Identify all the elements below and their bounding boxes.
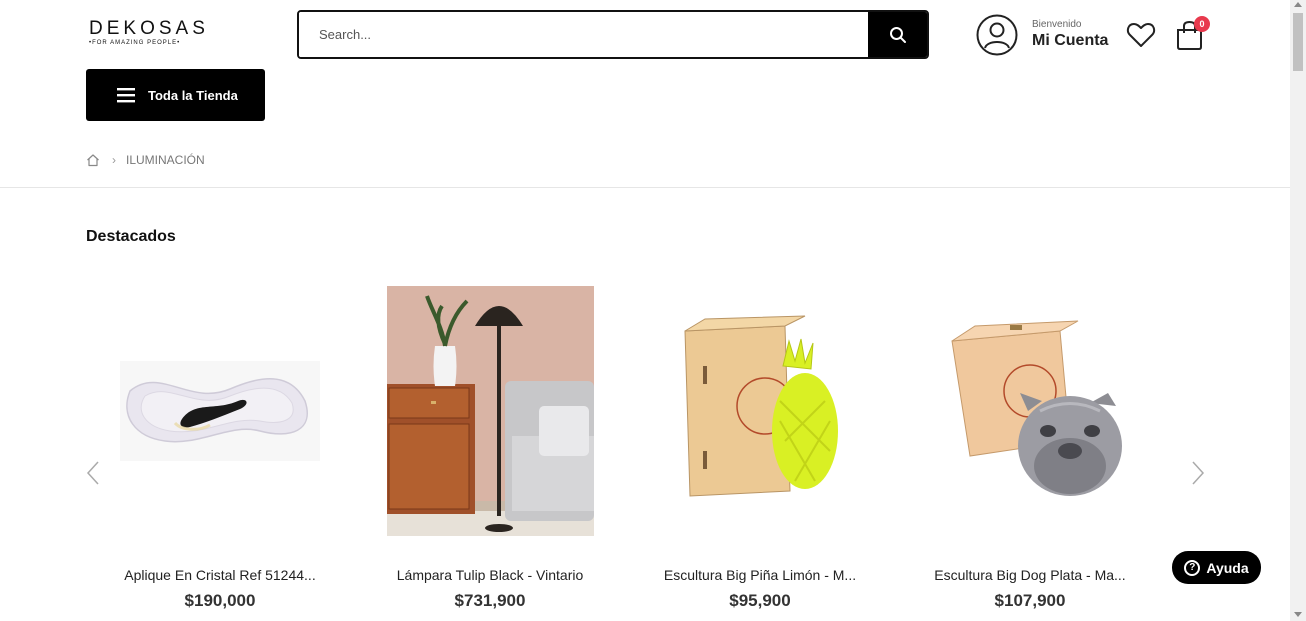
product-card: Lámpara Tulip Black - Vintario $731,900 — [365, 280, 615, 621]
product-card: Escultura Big Dog Plata - Ma... $107,900 — [905, 280, 1155, 621]
product-card: Aplique En Cristal Ref 51244... $190,000 — [95, 280, 345, 621]
heart-icon[interactable] — [1126, 20, 1156, 50]
question-circle-icon: ? — [1184, 559, 1201, 576]
account-name: Mi Cuenta — [1032, 32, 1109, 49]
product-name[interactable]: Escultura Big Piña Limón - M... — [635, 567, 885, 583]
page-scrollbar[interactable] — [1290, 0, 1306, 621]
help-button[interactable]: ? Ayuda — [1172, 551, 1261, 584]
search-input[interactable] — [299, 12, 868, 57]
product-name[interactable]: Lámpara Tulip Black - Vintario — [365, 567, 615, 583]
site-logo[interactable]: DEKOSAS •FOR AMAZING PEOPLE• — [89, 18, 209, 47]
search-button[interactable] — [868, 12, 927, 57]
account-link[interactable]: Bienvenido Mi Cuenta — [976, 14, 1108, 56]
account-greeting: Bienvenido — [1032, 19, 1082, 30]
product-name[interactable]: Escultura Big Dog Plata - Ma... — [905, 567, 1155, 583]
user-circle-icon — [976, 14, 1018, 56]
dog-sculpture-image — [951, 320, 1122, 496]
product-image[interactable] — [635, 280, 885, 542]
search-bar — [297, 10, 929, 59]
all-store-menu-button[interactable]: Toda la Tienda — [86, 69, 265, 121]
logo-wordmark: DEKOSAS — [89, 18, 209, 39]
section-title: Destacados — [86, 228, 176, 245]
product-price: $95,900 — [729, 591, 791, 610]
cart-count-badge: 0 — [1194, 16, 1210, 32]
product-price: $107,900 — [994, 591, 1066, 610]
breadcrumb-separator: › — [112, 153, 116, 167]
product-card: Escultura Big Piña Limón - M... $95,900 — [635, 280, 885, 621]
product-price: $190,000 — [184, 591, 256, 610]
hamburger-icon — [117, 88, 135, 103]
pineapple-sculpture-image — [684, 315, 838, 497]
product-name[interactable]: Aplique En Cristal Ref 51244... — [95, 567, 345, 583]
home-icon[interactable] — [86, 153, 100, 167]
product-image[interactable] — [365, 280, 615, 542]
logo-tagline: •FOR AMAZING PEOPLE• — [89, 40, 181, 46]
product-image[interactable] — [905, 280, 1155, 542]
chevron-right-icon[interactable] — [1188, 458, 1208, 488]
product-price: $731,900 — [454, 591, 526, 610]
scroll-down-arrow-icon[interactable] — [1294, 612, 1302, 617]
header-divider — [0, 187, 1290, 188]
product-image[interactable] — [95, 280, 345, 542]
search-icon — [889, 26, 906, 43]
all-store-label: Toda la Tienda — [148, 87, 238, 103]
scroll-up-arrow-icon[interactable] — [1294, 2, 1302, 7]
breadcrumb: › ILUMINACIÓN — [86, 153, 205, 167]
wall-sconce-image — [120, 361, 320, 461]
cart-button[interactable]: 0 — [1175, 16, 1210, 52]
tulip-lamp-image — [386, 286, 594, 536]
scroll-thumb[interactable] — [1293, 13, 1303, 71]
breadcrumb-current[interactable]: ILUMINACIÓN — [126, 153, 205, 167]
help-label: Ayuda — [1206, 559, 1249, 576]
